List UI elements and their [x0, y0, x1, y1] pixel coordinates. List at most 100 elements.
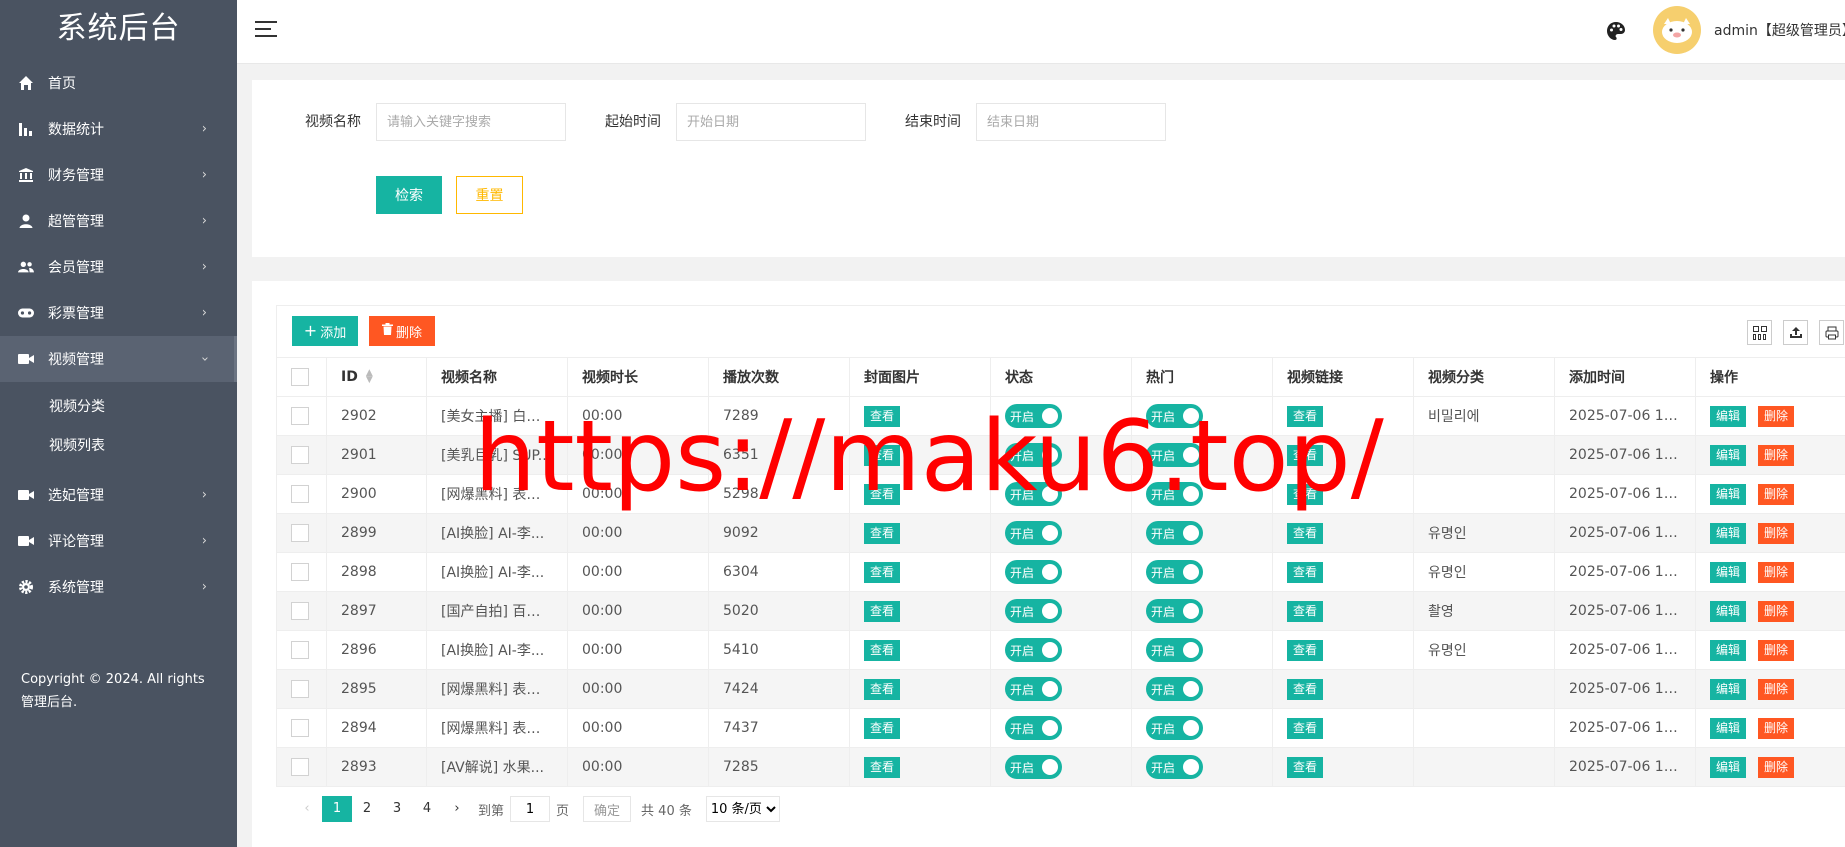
export-icon[interactable]: [1783, 320, 1808, 345]
search-button[interactable]: 检索: [376, 176, 442, 214]
status-toggle[interactable]: 开启: [1005, 599, 1062, 623]
view-cover-button[interactable]: 查看: [864, 600, 901, 622]
view-link-button[interactable]: 查看: [1287, 522, 1324, 544]
header-id[interactable]: ID ▲ ▼: [326, 357, 427, 397]
sidebar-item-home[interactable]: 首页: [0, 60, 237, 106]
view-link-button[interactable]: 查看: [1287, 600, 1324, 622]
admin-username[interactable]: admin【超级管理员】: [1714, 20, 1845, 40]
hot-toggle[interactable]: 开启: [1146, 599, 1203, 623]
status-toggle[interactable]: 开启: [1005, 560, 1062, 584]
delete-row-button[interactable]: 删除: [1758, 561, 1795, 583]
avatar[interactable]: [1653, 6, 1701, 54]
view-cover-button[interactable]: 查看: [864, 639, 901, 661]
status-toggle[interactable]: 开启: [1005, 404, 1062, 428]
row-checkbox-cell[interactable]: [276, 708, 327, 748]
hot-toggle[interactable]: 开启: [1146, 638, 1203, 662]
sidebar-item-video[interactable]: 视频管理 ›: [0, 336, 237, 382]
edit-button[interactable]: 编辑: [1710, 600, 1747, 622]
row-checkbox-cell[interactable]: [276, 435, 327, 475]
edit-button[interactable]: 编辑: [1710, 405, 1747, 427]
edit-button[interactable]: 编辑: [1710, 639, 1747, 661]
delete-row-button[interactable]: 删除: [1758, 678, 1795, 700]
view-link-button[interactable]: 查看: [1287, 561, 1324, 583]
view-cover-button[interactable]: 查看: [864, 522, 901, 544]
hot-toggle[interactable]: 开启: [1146, 443, 1203, 467]
sort-icon[interactable]: ▲ ▼: [366, 369, 373, 385]
view-cover-button[interactable]: 查看: [864, 561, 901, 583]
row-checkbox-cell[interactable]: [276, 669, 327, 709]
row-checkbox[interactable]: [291, 524, 309, 542]
submenu-item-video-list[interactable]: 视频列表: [0, 427, 237, 466]
edit-button[interactable]: 编辑: [1710, 444, 1747, 466]
batch-delete-button[interactable]: 删除: [369, 316, 435, 346]
submenu-item-video-category[interactable]: 视频分类: [0, 388, 237, 427]
delete-row-button[interactable]: 删除: [1758, 756, 1795, 778]
goto-page-input[interactable]: [510, 796, 551, 822]
view-link-button[interactable]: 查看: [1287, 639, 1324, 661]
add-button[interactable]: + 添加: [292, 316, 358, 346]
status-toggle[interactable]: 开启: [1005, 716, 1062, 740]
page-2-button[interactable]: 2: [352, 796, 382, 822]
delete-row-button[interactable]: 删除: [1758, 717, 1795, 739]
delete-row-button[interactable]: 删除: [1758, 483, 1795, 505]
reset-button[interactable]: 重置: [456, 176, 523, 214]
status-toggle[interactable]: 开启: [1005, 755, 1062, 779]
row-checkbox-cell[interactable]: [276, 747, 327, 787]
row-checkbox[interactable]: [291, 407, 309, 425]
view-link-button[interactable]: 查看: [1287, 678, 1324, 700]
edit-button[interactable]: 编辑: [1710, 561, 1747, 583]
hot-toggle[interactable]: 开启: [1146, 716, 1203, 740]
delete-row-button[interactable]: 删除: [1758, 444, 1795, 466]
menu-icon[interactable]: [255, 21, 277, 39]
row-checkbox[interactable]: [291, 680, 309, 698]
edit-button[interactable]: 编辑: [1710, 522, 1747, 544]
view-link-button[interactable]: 查看: [1287, 483, 1324, 505]
sidebar-item-stats[interactable]: 数据统计 ›: [0, 106, 237, 152]
row-checkbox[interactable]: [291, 758, 309, 776]
hot-toggle[interactable]: 开启: [1146, 677, 1203, 701]
hot-toggle[interactable]: 开启: [1146, 521, 1203, 545]
print-icon[interactable]: [1819, 320, 1844, 345]
view-link-button[interactable]: 查看: [1287, 444, 1324, 466]
view-link-button[interactable]: 查看: [1287, 405, 1324, 427]
start-date-input[interactable]: [676, 103, 866, 141]
delete-row-button[interactable]: 删除: [1758, 600, 1795, 622]
edit-button[interactable]: 编辑: [1710, 483, 1747, 505]
end-date-input[interactable]: [976, 103, 1166, 141]
row-checkbox[interactable]: [291, 719, 309, 737]
status-toggle[interactable]: 开启: [1005, 443, 1062, 467]
row-checkbox-cell[interactable]: [276, 630, 327, 670]
row-checkbox[interactable]: [291, 563, 309, 581]
select-all-checkbox[interactable]: [291, 368, 309, 386]
view-link-button[interactable]: 查看: [1287, 756, 1324, 778]
view-cover-button[interactable]: 查看: [864, 483, 901, 505]
status-toggle[interactable]: 开启: [1005, 521, 1062, 545]
next-page-button[interactable]: ›: [442, 796, 472, 822]
status-toggle[interactable]: 开启: [1005, 482, 1062, 506]
view-cover-button[interactable]: 查看: [864, 678, 901, 700]
view-cover-button[interactable]: 查看: [864, 756, 901, 778]
row-checkbox-cell[interactable]: [276, 396, 327, 436]
view-cover-button[interactable]: 查看: [864, 444, 901, 466]
sidebar-item-finance[interactable]: 财务管理 ›: [0, 152, 237, 198]
page-size-select[interactable]: 10 条/页: [705, 796, 780, 822]
prev-page-button[interactable]: ‹: [292, 796, 322, 822]
sidebar-item-comments[interactable]: 评论管理 ›: [0, 518, 237, 564]
delete-row-button[interactable]: 删除: [1758, 639, 1795, 661]
hot-toggle[interactable]: 开启: [1146, 482, 1203, 506]
status-toggle[interactable]: 开启: [1005, 638, 1062, 662]
sidebar-item-system[interactable]: 系统管理 ›: [0, 564, 237, 610]
row-checkbox[interactable]: [291, 602, 309, 620]
delete-row-button[interactable]: 删除: [1758, 405, 1795, 427]
row-checkbox[interactable]: [291, 485, 309, 503]
hot-toggle[interactable]: 开启: [1146, 755, 1203, 779]
goto-confirm-button[interactable]: 确定: [583, 796, 632, 822]
row-checkbox-cell[interactable]: [276, 552, 327, 592]
view-link-button[interactable]: 查看: [1287, 717, 1324, 739]
page-4-button[interactable]: 4: [412, 796, 442, 822]
row-checkbox-cell[interactable]: [276, 513, 327, 553]
edit-button[interactable]: 编辑: [1710, 678, 1747, 700]
row-checkbox-cell[interactable]: [276, 474, 327, 514]
sidebar-item-members[interactable]: 会员管理 ›: [0, 244, 237, 290]
delete-row-button[interactable]: 删除: [1758, 522, 1795, 544]
